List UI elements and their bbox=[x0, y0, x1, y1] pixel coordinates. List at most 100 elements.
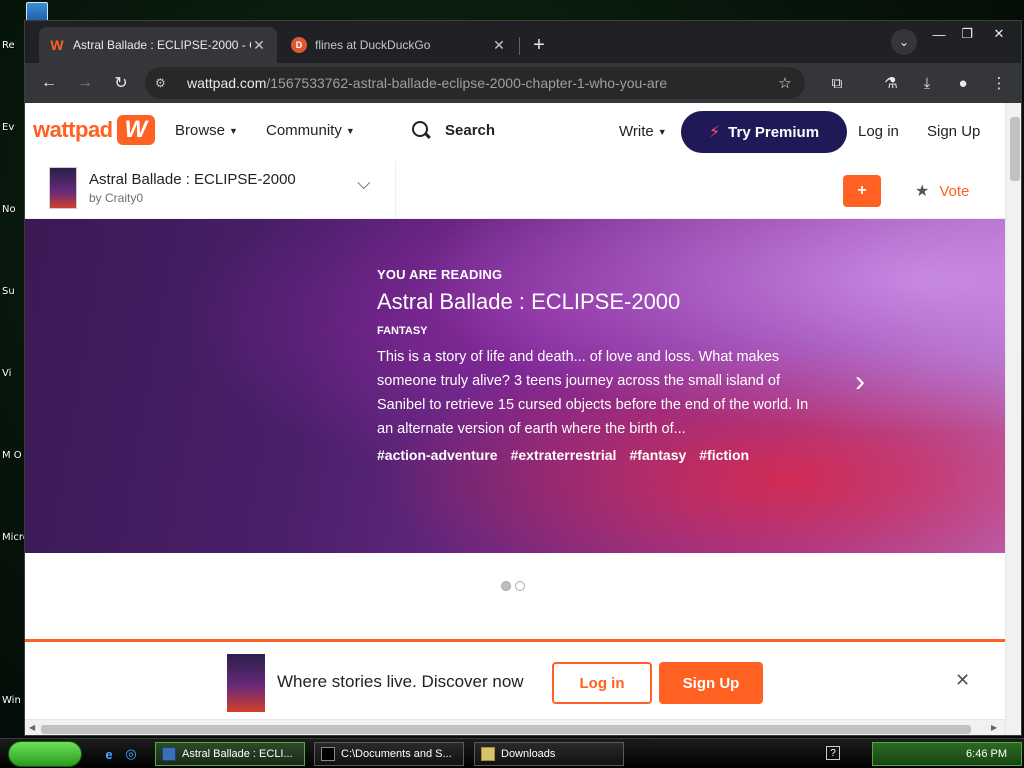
try-premium-button[interactable]: ⚡ Try Premium bbox=[681, 111, 847, 153]
horizontal-scrollbar[interactable]: ◀ ▶ bbox=[25, 719, 1005, 735]
task-label: Astral Ballade : ECLI... bbox=[182, 748, 293, 760]
scrollbar-thumb[interactable] bbox=[41, 725, 971, 734]
address-bar[interactable]: ⚙ wattpad.com/1567533762-astral-ballade-… bbox=[145, 67, 805, 99]
add-to-library-button[interactable]: + bbox=[843, 175, 881, 207]
tab-title: flines at DuckDuckGo bbox=[315, 38, 431, 52]
chrome-icon bbox=[162, 747, 176, 761]
taskbar: e ◎ Astral Ballade : ECLI... C:\Document… bbox=[0, 738, 1024, 768]
help-icon[interactable]: ? bbox=[826, 746, 840, 760]
vertical-scrollbar[interactable] bbox=[1005, 103, 1021, 735]
browse-menu[interactable]: Browse ▼ bbox=[175, 122, 238, 139]
close-icon[interactable]: ✕ bbox=[251, 37, 267, 54]
write-menu[interactable]: Write ▼ bbox=[619, 123, 667, 140]
forward-arrow-icon[interactable]: → bbox=[71, 69, 99, 97]
desktop-icon-label[interactable]: Ev bbox=[2, 122, 26, 133]
story-cover-thumbnail[interactable] bbox=[49, 167, 77, 209]
tag-link[interactable]: #action-adventure bbox=[377, 447, 498, 463]
close-icon[interactable]: ✕ bbox=[955, 670, 970, 691]
url-host: wattpad.com bbox=[187, 75, 267, 91]
scrollbar-thumb[interactable] bbox=[1010, 117, 1020, 181]
tab-title: Astral Ballade : ECLIPSE-2000 - Ch bbox=[73, 38, 251, 52]
wattpad-logo[interactable]: wattpad W bbox=[33, 115, 155, 145]
new-tab-button[interactable]: + bbox=[525, 31, 553, 59]
start-button[interactable] bbox=[8, 741, 82, 767]
login-link[interactable]: Log in bbox=[858, 123, 899, 140]
promo-signup-button[interactable]: Sign Up bbox=[659, 662, 763, 704]
tag-link[interactable]: #fantasy bbox=[629, 447, 686, 463]
desktop-icon-label[interactable]: M O bbox=[2, 450, 26, 461]
close-icon[interactable]: ✕ bbox=[491, 37, 507, 54]
star-icon: ★ bbox=[915, 183, 930, 200]
story-author[interactable]: by Craity0 bbox=[89, 191, 143, 205]
premium-label: Try Premium bbox=[728, 123, 820, 141]
carousel-dot[interactable] bbox=[501, 581, 511, 591]
tab-duckduckgo[interactable]: D flines at DuckDuckGo ✕ bbox=[281, 27, 517, 63]
desktop-icon-label[interactable]: Re bbox=[2, 40, 26, 51]
menu-kebab-icon[interactable]: ⋮ bbox=[985, 69, 1013, 97]
minimize-button[interactable]: — bbox=[925, 23, 953, 45]
back-arrow-icon[interactable]: ← bbox=[35, 69, 63, 97]
url-text[interactable]: wattpad.com/1567533762-astral-ballade-ec… bbox=[187, 75, 775, 91]
task-button-browser[interactable]: Astral Ballade : ECLI... bbox=[155, 742, 305, 766]
search-label: Search bbox=[445, 121, 496, 139]
scroll-left-icon[interactable]: ◀ bbox=[29, 723, 35, 732]
reload-icon[interactable]: ↻ bbox=[107, 69, 135, 97]
desktop-icon-label[interactable]: Vi bbox=[2, 368, 26, 379]
vote-label: Vote bbox=[939, 182, 970, 200]
folder-icon bbox=[481, 747, 495, 761]
carousel-dot[interactable] bbox=[515, 581, 525, 591]
labs-flask-icon[interactable]: ⚗ bbox=[877, 69, 905, 97]
write-label: Write bbox=[619, 123, 654, 140]
search-icon bbox=[411, 120, 431, 140]
clock[interactable]: 6:46 PM bbox=[966, 748, 1007, 760]
desktop-icon-label[interactable]: Su bbox=[2, 286, 26, 297]
chevron-down-icon[interactable]: ⌵ bbox=[357, 173, 371, 194]
story-title[interactable]: Astral Ballade : ECLIPSE-2000 bbox=[89, 171, 296, 188]
system-tray: 6:46 PM bbox=[872, 742, 1022, 766]
signup-promo-banner: Where stories live. Discover now Log in … bbox=[25, 639, 1005, 719]
signup-link[interactable]: Sign Up bbox=[927, 123, 980, 140]
promo-login-button[interactable]: Log in bbox=[552, 662, 652, 704]
story-bar: Astral Ballade : ECLIPSE-2000 by Craity0… bbox=[25, 161, 1005, 219]
extensions-puzzle-icon[interactable]: ⧉ bbox=[823, 69, 851, 97]
scroll-right-icon[interactable]: ▶ bbox=[991, 723, 997, 732]
quick-launch-icon[interactable]: ◎ bbox=[122, 745, 140, 763]
site-settings-icon[interactable]: ⚙ bbox=[155, 76, 175, 90]
tab-divider bbox=[519, 37, 520, 55]
tab-search-chevron-icon[interactable]: ⌄ bbox=[891, 29, 917, 55]
promo-cover-image bbox=[227, 654, 265, 712]
chevron-right-icon[interactable]: › bbox=[855, 365, 865, 399]
story-hero-banner: YOU ARE READING Astral Ballade : ECLIPSE… bbox=[25, 219, 1005, 553]
tag-link[interactable]: #fiction bbox=[699, 447, 749, 463]
task-button-cmd[interactable]: C:\Documents and S... bbox=[314, 742, 464, 766]
desktop-icon-label[interactable]: Win bbox=[2, 695, 26, 706]
command-prompt-icon bbox=[321, 747, 335, 761]
desktop-icon-label[interactable]: Micro Stu bbox=[2, 532, 26, 543]
duckduckgo-icon: D bbox=[291, 37, 307, 53]
internet-explorer-icon[interactable]: e bbox=[100, 745, 118, 763]
task-button-downloads[interactable]: Downloads bbox=[474, 742, 624, 766]
hero-title[interactable]: Astral Ballade : ECLIPSE-2000 bbox=[377, 289, 680, 315]
web-page: wattpad W Browse ▼ Community ▼ Search Writ… bbox=[25, 103, 1021, 735]
search-input[interactable]: Search bbox=[411, 120, 495, 140]
window-close-button[interactable]: ✕ bbox=[985, 23, 1013, 45]
divider bbox=[395, 161, 396, 219]
community-menu[interactable]: Community ▼ bbox=[266, 122, 355, 139]
download-icon[interactable]: ⤓ bbox=[913, 69, 941, 97]
desktop-icon-label[interactable]: No bbox=[2, 204, 26, 215]
profile-avatar-icon[interactable]: ● bbox=[949, 69, 977, 97]
hero-genre: FANTASY bbox=[377, 325, 428, 337]
url-path: /1567533762-astral-ballade-eclipse-2000-… bbox=[266, 75, 668, 91]
task-label: C:\Documents and S... bbox=[341, 748, 452, 760]
community-label: Community bbox=[266, 122, 342, 139]
wattpad-header: wattpad W Browse ▼ Community ▼ Search Writ… bbox=[25, 103, 1005, 161]
bookmark-star-icon[interactable]: ☆ bbox=[775, 74, 795, 92]
vote-button[interactable]: ★ Vote bbox=[915, 181, 969, 201]
tab-wattpad[interactable]: W Astral Ballade : ECLIPSE-2000 - Ch ✕ bbox=[39, 27, 277, 63]
browser-window: W Astral Ballade : ECLIPSE-2000 - Ch ✕ D… bbox=[24, 20, 1022, 736]
maximize-button[interactable]: ❐ bbox=[953, 23, 981, 45]
tag-link[interactable]: #extraterrestrial bbox=[511, 447, 617, 463]
desktop-recycle-icon[interactable] bbox=[26, 2, 48, 22]
browser-toolbar: ← → ↻ ⚙ wattpad.com/1567533762-astral-ba… bbox=[25, 63, 1021, 103]
task-label: Downloads bbox=[501, 748, 556, 760]
